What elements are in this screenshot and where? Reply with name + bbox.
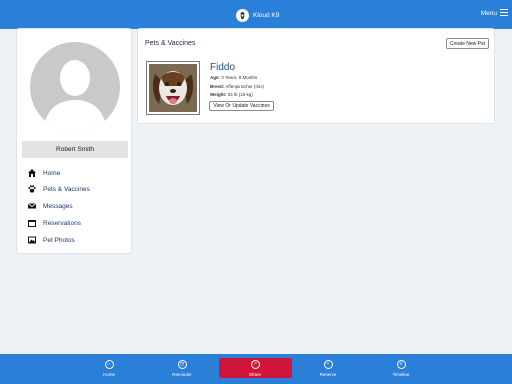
hamburger-icon	[500, 9, 508, 18]
sidebar-item-pet-photos[interactable]: Pet Photos	[28, 234, 75, 246]
pet-age: Age: 3 Years, 8 Months	[210, 75, 257, 80]
pet-photo[interactable]	[146, 61, 200, 115]
clock-icon: ◷	[177, 360, 187, 369]
tab-label: Timeline	[392, 372, 410, 377]
avatar	[30, 42, 120, 132]
sidebar-item-label: Reservations	[43, 219, 81, 227]
section-title: Pets & Vaccines	[145, 40, 196, 47]
sidebar-item-label: Messages	[43, 202, 73, 210]
menu-label: Menu	[480, 10, 497, 17]
tab-reminder[interactable]: ◷ Reminder	[157, 354, 207, 384]
sidebar-item-messages[interactable]: Messages	[28, 200, 73, 212]
tab-timeline[interactable]: ≡ Timeline	[376, 354, 426, 384]
pets-card: Pets & Vaccines Create New Pet Fiddo Age…	[137, 28, 495, 124]
age-label: Age:	[210, 75, 220, 80]
top-bar: Kloud K9 Menu	[0, 0, 512, 29]
sidebar-item-home[interactable]: Home	[28, 167, 60, 179]
app-title: Kloud K9	[253, 11, 280, 19]
sidebar-item-label: Pet Photos	[43, 236, 75, 244]
pet-breed: Breed: Affenpinscher (mix)	[210, 84, 264, 89]
sidebar-item-label: Pets & Vaccines	[43, 185, 90, 193]
bottom-nav: ⌂ Home ◷ Reminder ↗ Share + Reserve ≡ Ti…	[0, 354, 512, 384]
sidebar-item-reservations[interactable]: Reservations	[28, 217, 81, 229]
home-icon	[28, 169, 36, 177]
create-new-pet-button[interactable]: Create New Pet	[446, 38, 489, 49]
tab-label: Home	[102, 372, 115, 377]
calendar-icon	[28, 220, 36, 227]
photo-icon	[28, 236, 36, 244]
user-silhouette-icon	[44, 60, 106, 132]
brand[interactable]: Kloud K9	[236, 8, 279, 22]
sidebar-item-pets-vaccines[interactable]: Pets & Vaccines	[28, 183, 90, 195]
home-icon: ⌂	[104, 360, 114, 369]
profile-name: Robert Smith	[22, 141, 128, 158]
age-value: 3 Years, 8 Months	[221, 75, 258, 80]
weight-value: 34 lb (15 kg)	[227, 92, 253, 97]
tab-reserve[interactable]: + Reserve	[303, 354, 353, 384]
plus-icon: +	[323, 360, 333, 369]
breed-value: Affenpinscher (mix)	[225, 84, 264, 89]
envelope-icon	[28, 203, 36, 209]
timeline-icon: ≡	[396, 360, 406, 369]
pet-name[interactable]: Fiddo	[210, 62, 235, 73]
weight-label: Weight:	[210, 92, 227, 97]
dog-logo-icon	[236, 8, 249, 22]
breed-label: Breed:	[210, 84, 225, 89]
profile-card: Robert Smith Home Pets & Vaccines Messag…	[16, 28, 132, 254]
tab-home[interactable]: ⌂ Home	[84, 354, 134, 384]
pet-weight: Weight: 34 lb (15 kg)	[210, 92, 253, 97]
dog-photo-image	[149, 64, 197, 112]
tab-label: Reserve	[319, 372, 337, 377]
view-update-vaccines-button[interactable]: View Or Update Vaccines	[209, 101, 274, 111]
share-icon: ↗	[250, 360, 260, 369]
paw-icon	[28, 185, 36, 193]
menu-button[interactable]: Menu	[481, 9, 508, 18]
tab-label: Reminder	[172, 372, 192, 377]
sidebar-item-label: Home	[43, 169, 61, 177]
tab-label: Share	[248, 372, 261, 377]
tab-share[interactable]: ↗ Share	[230, 354, 280, 384]
